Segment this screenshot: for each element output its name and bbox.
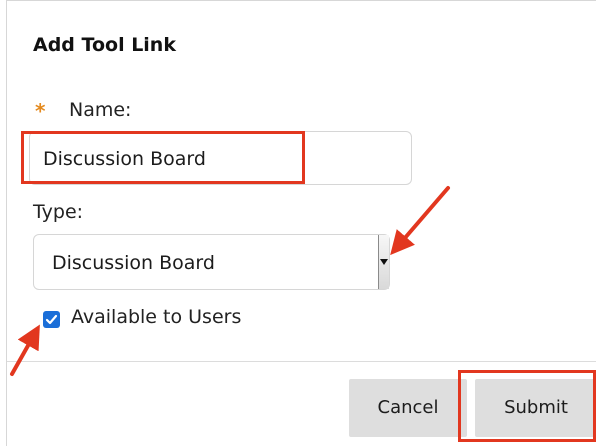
submit-button[interactable]: Submit <box>475 379 596 437</box>
footer-divider <box>7 361 596 362</box>
dialog-title: Add Tool Link <box>33 34 176 56</box>
available-to-users-checkbox[interactable] <box>43 311 60 328</box>
type-select[interactable]: Discussion Board <box>33 234 390 290</box>
caret-down-icon <box>380 259 388 265</box>
name-label: Name: <box>69 99 132 121</box>
add-tool-link-dialog: Add Tool Link * Name: Discussion Board T… <box>6 0 596 446</box>
available-to-users-label[interactable]: Available to Users <box>71 306 241 328</box>
type-select-value: Discussion Board <box>52 252 215 274</box>
type-label: Type: <box>33 201 84 223</box>
checkmark-icon <box>45 314 58 325</box>
required-asterisk: * <box>35 99 46 123</box>
name-input[interactable]: Discussion Board <box>29 131 412 185</box>
select-dropdown-button[interactable] <box>378 235 389 289</box>
cancel-button[interactable]: Cancel <box>349 379 467 437</box>
